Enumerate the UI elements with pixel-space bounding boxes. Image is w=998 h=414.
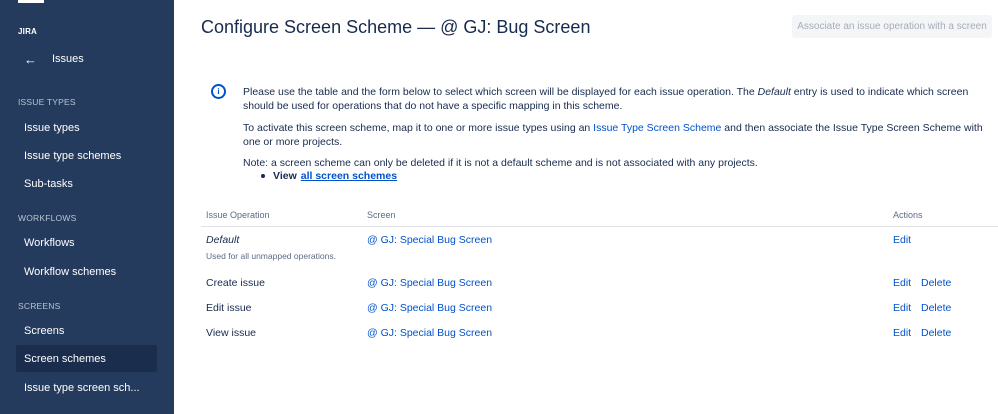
info-paragraph-1: Please use the table and the form below … <box>243 86 969 112</box>
row-create-delete-link[interactable]: Delete <box>921 277 951 289</box>
header-divider <box>201 226 998 227</box>
row-edit-screen-link[interactable]: @ GJ: Special Bug Screen <box>367 302 492 314</box>
back-to-issues-button[interactable]: ← Issues <box>16 46 158 72</box>
main-content: Configure Screen Scheme — @ GJ: Bug Scre… <box>174 0 998 414</box>
sidebar-item-screens[interactable]: Screens <box>16 317 157 344</box>
section-screens: SCREENS <box>18 301 61 311</box>
column-header-screen: Screen <box>367 210 396 220</box>
sidebar-item-issue-type-screen-schemes[interactable]: Issue type screen sch... <box>16 374 157 401</box>
row-view-edit-link[interactable]: Edit <box>893 327 911 339</box>
column-header-actions: Actions <box>893 210 923 220</box>
back-label: Issues <box>52 53 84 65</box>
row-create-operation: Create issue <box>206 277 265 289</box>
row-default-note: Used for all unmapped operations. <box>206 251 336 261</box>
row-default-edit-link[interactable]: Edit <box>893 234 911 246</box>
logo-bar <box>18 0 44 3</box>
row-default-operation: Default <box>206 234 240 246</box>
sidebar-item-screen-schemes[interactable]: Screen schemes <box>16 345 157 372</box>
associate-operation-button[interactable]: Associate an issue operation with a scre… <box>792 15 992 38</box>
info-icon: i <box>211 84 226 99</box>
row-create-edit-link[interactable]: Edit <box>893 277 911 289</box>
row-view-delete-link[interactable]: Delete <box>921 327 951 339</box>
row-edit-edit-link[interactable]: Edit <box>893 302 911 314</box>
page-title: Configure Screen Scheme — @ GJ: Bug Scre… <box>201 17 591 37</box>
sidebar-item-workflow-schemes[interactable]: Workflow schemes <box>16 258 157 285</box>
row-edit-operation: Edit issue <box>206 302 252 314</box>
section-workflows: WORKFLOWS <box>18 213 77 223</box>
issue-type-screen-scheme-link[interactable]: Issue Type Screen Scheme <box>593 122 721 134</box>
row-view-screen-link[interactable]: @ GJ: Special Bug Screen <box>367 327 492 339</box>
sidebar-item-issue-types[interactable]: Issue types <box>16 114 157 141</box>
sidebar-item-workflows[interactable]: Workflows <box>16 229 157 256</box>
section-issue-types: ISSUE TYPES <box>18 97 76 107</box>
sidebar: JIRA ← Issues ISSUE TYPES Issue types Is… <box>0 0 174 414</box>
arrow-left-icon: ← <box>24 51 37 67</box>
row-edit-delete-link[interactable]: Delete <box>921 302 951 314</box>
bullet-dot <box>261 174 265 178</box>
info-paragraph-2: To activate this screen scheme, map it t… <box>243 122 983 148</box>
sidebar-item-issue-type-schemes[interactable]: Issue type schemes <box>16 142 157 169</box>
brand-label: JIRA <box>18 27 38 36</box>
view-all-bullet: View all screen schemes <box>261 170 397 182</box>
default-emphasis: Default <box>757 86 791 98</box>
row-create-screen-link[interactable]: @ GJ: Special Bug Screen <box>367 277 492 289</box>
row-view-operation: View issue <box>206 327 256 339</box>
row-default-screen-link[interactable]: @ GJ: Special Bug Screen <box>367 234 492 246</box>
all-screen-schemes-link[interactable]: all screen schemes <box>301 170 397 182</box>
info-paragraph-3: Note: a screen scheme can only be delete… <box>243 157 758 169</box>
sidebar-item-sub-tasks[interactable]: Sub-tasks <box>16 170 157 197</box>
column-header-operation: Issue Operation <box>206 210 270 220</box>
